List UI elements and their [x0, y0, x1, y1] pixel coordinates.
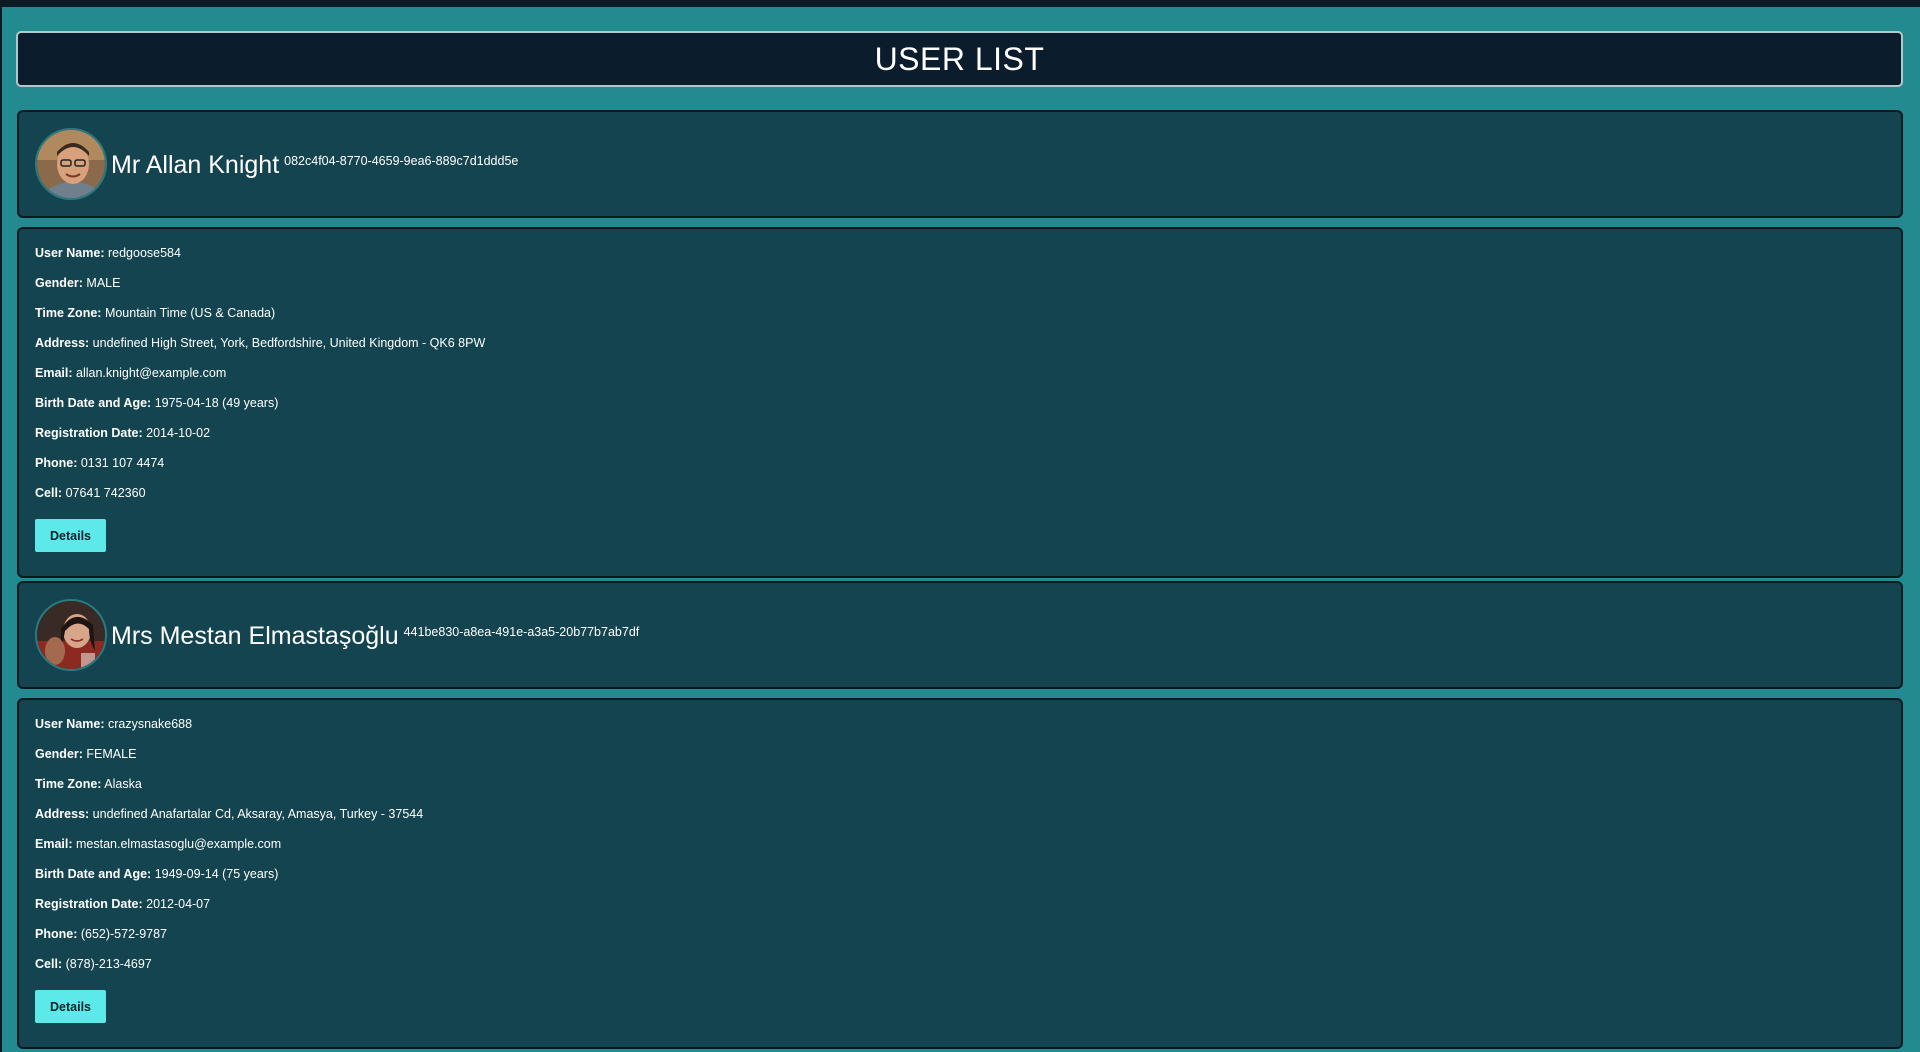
- detail-value: 1975-04-18 (49 years): [154, 396, 279, 410]
- detail-row-email: Email: allan.knight@example.com: [35, 365, 1901, 395]
- detail-row-timezone: Time Zone: Mountain Time (US & Canada): [35, 305, 1901, 335]
- user-id: 441be830-a8ea-491e-a3a5-20b77b7ab7df: [403, 625, 640, 639]
- detail-label: Cell:: [35, 486, 63, 500]
- detail-value: redgoose584: [107, 246, 181, 260]
- detail-label: User Name:: [35, 717, 105, 731]
- detail-value: (652)-572-9787: [80, 927, 168, 941]
- detail-row-username: User Name: crazysnake688: [35, 716, 1901, 746]
- detail-value: undefined Anafartalar Cd, Aksaray, Amasy…: [92, 807, 424, 821]
- detail-value: Alaska: [104, 777, 142, 791]
- detail-row-registration: Registration Date: 2012-04-07: [35, 896, 1901, 926]
- detail-label: User Name:: [35, 246, 105, 260]
- detail-row-registration: Registration Date: 2014-10-02: [35, 425, 1901, 455]
- detail-row-phone: Phone: 0131 107 4474: [35, 455, 1901, 485]
- detail-value: mestan.elmastasoglu@example.com: [76, 837, 282, 851]
- detail-row-address: Address: undefined Anafartalar Cd, Aksar…: [35, 806, 1901, 836]
- detail-row-gender: Gender: MALE: [35, 275, 1901, 305]
- detail-row-email: Email: mestan.elmastasoglu@example.com: [35, 836, 1901, 866]
- page-title: USER LIST: [874, 40, 1045, 77]
- user-header-card: Mrs Mestan Elmastaşoğlu 441be830-a8ea-49…: [17, 581, 1903, 689]
- avatar: [35, 599, 107, 671]
- detail-label: Registration Date:: [35, 426, 143, 440]
- detail-value: MALE: [86, 276, 121, 290]
- detail-label: Phone:: [35, 456, 78, 470]
- detail-label: Email:: [35, 366, 73, 380]
- detail-value: 0131 107 4474: [80, 456, 165, 470]
- user-details-card: User Name: redgoose584 Gender: MALE Time…: [17, 227, 1903, 578]
- user-id: 082c4f04-8770-4659-9ea6-889c7d1ddd5e: [284, 154, 519, 168]
- detail-row-birth: Birth Date and Age: 1949-09-14 (75 years…: [35, 866, 1901, 896]
- user-header-card: Mr Allan Knight 082c4f04-8770-4659-9ea6-…: [17, 110, 1903, 218]
- detail-label: Cell:: [35, 957, 63, 971]
- detail-value: 1949-09-14 (75 years): [154, 867, 279, 881]
- detail-value: Mountain Time (US & Canada): [104, 306, 276, 320]
- detail-row-timezone: Time Zone: Alaska: [35, 776, 1901, 806]
- detail-value: undefined High Street, York, Bedfordshir…: [92, 336, 486, 350]
- details-button[interactable]: Details: [35, 519, 106, 552]
- detail-row-address: Address: undefined High Street, York, Be…: [35, 335, 1901, 365]
- detail-label: Time Zone:: [35, 777, 102, 791]
- detail-value: 07641 742360: [65, 486, 146, 500]
- detail-row-phone: Phone: (652)-572-9787: [35, 926, 1901, 956]
- user-full-name: Mrs Mestan Elmastaşoğlu: [111, 621, 399, 650]
- user-details-card: User Name: crazysnake688 Gender: FEMALE …: [17, 698, 1903, 1049]
- detail-label: Address:: [35, 807, 90, 821]
- detail-value: crazysnake688: [107, 717, 193, 731]
- detail-label: Gender:: [35, 276, 83, 290]
- detail-row-gender: Gender: FEMALE: [35, 746, 1901, 776]
- detail-label: Birth Date and Age:: [35, 396, 152, 410]
- detail-value: 2014-10-02: [146, 426, 211, 440]
- detail-label: Gender:: [35, 747, 83, 761]
- page-title-bar: USER LIST: [16, 31, 1903, 87]
- detail-row-username: User Name: redgoose584: [35, 245, 1901, 275]
- detail-label: Registration Date:: [35, 897, 143, 911]
- detail-label: Phone:: [35, 927, 78, 941]
- avatar: [35, 128, 107, 200]
- detail-row-birth: Birth Date and Age: 1975-04-18 (49 years…: [35, 395, 1901, 425]
- detail-label: Birth Date and Age:: [35, 867, 152, 881]
- detail-value: 2012-04-07: [146, 897, 211, 911]
- detail-value: (878)-213-4697: [65, 957, 152, 971]
- user-full-name: Mr Allan Knight: [111, 150, 280, 179]
- detail-value: FEMALE: [86, 747, 137, 761]
- detail-row-cell: Cell: (878)-213-4697: [35, 956, 1901, 986]
- detail-label: Address:: [35, 336, 90, 350]
- detail-label: Time Zone:: [35, 306, 102, 320]
- detail-row-cell: Cell: 07641 742360: [35, 485, 1901, 515]
- detail-label: Email:: [35, 837, 73, 851]
- details-button[interactable]: Details: [35, 990, 106, 1023]
- detail-value: allan.knight@example.com: [76, 366, 227, 380]
